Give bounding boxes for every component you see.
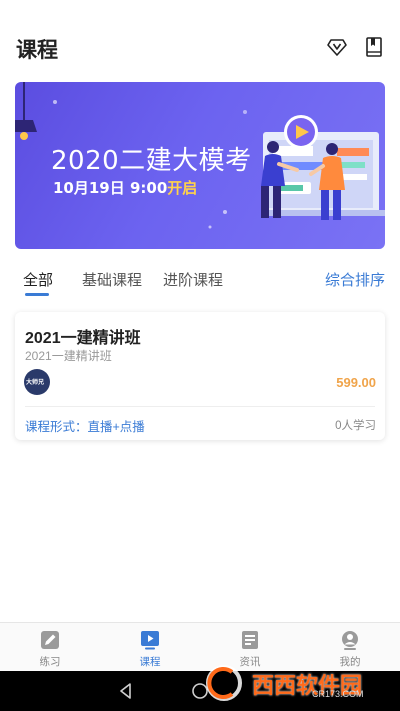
card-divider (25, 406, 375, 407)
course-card[interactable]: 2021一建精讲班 2021一建精讲班 大师兄 599.00 课程形式：直播+点… (15, 312, 385, 440)
promo-banner[interactable]: 2020二建大模考 10月19日 9:00开启 (15, 82, 385, 249)
sort-dropdown[interactable]: 综合排序 (325, 269, 385, 290)
play-icon (141, 631, 159, 650)
bookmark-book-icon[interactable] (363, 36, 385, 58)
course-title: 2021一建精讲班 (25, 330, 141, 347)
course-tabs: 全部 基础课程 进阶课程 综合排序 (0, 262, 400, 298)
course-subtitle: 2021一建精讲班 (25, 349, 112, 363)
watermark-url: CR173.COM (312, 689, 364, 699)
teacher-logo-text: 大师兄 (26, 380, 45, 386)
nav-item-practice[interactable]: 练习 (0, 623, 100, 672)
nav-label-practice: 练习 (39, 656, 61, 668)
teacher-logo: 大师兄 (24, 369, 50, 395)
nav-item-courses[interactable]: 课程 (100, 623, 200, 672)
course-price: 599.00 (336, 375, 376, 390)
banner-date-time: 10月19日 9:00 (53, 179, 168, 197)
back-icon[interactable] (116, 681, 136, 701)
profile-icon (342, 631, 358, 650)
tab-advanced-courses[interactable]: 进阶课程 (163, 269, 223, 290)
app-header: 课程 (0, 0, 400, 82)
banner-date: 10月19日 9:00开启 (53, 177, 197, 198)
banner-title: 2020二建大模考 (51, 146, 252, 176)
tab-basic-courses[interactable]: 基础课程 (82, 269, 142, 290)
nav-label-courses: 课程 (139, 656, 161, 668)
tab-all[interactable]: 全部 (23, 269, 53, 290)
course-format: 课程形式：直播+点播 (25, 420, 145, 434)
news-icon (242, 631, 258, 649)
banner-date-start: 开启 (167, 179, 198, 197)
learner-count: 0人学习 (335, 420, 376, 432)
pencil-icon (41, 631, 59, 649)
active-tab-indicator (25, 293, 49, 296)
vip-diamond-icon[interactable] (326, 36, 348, 58)
page-title: 课程 (16, 39, 58, 62)
